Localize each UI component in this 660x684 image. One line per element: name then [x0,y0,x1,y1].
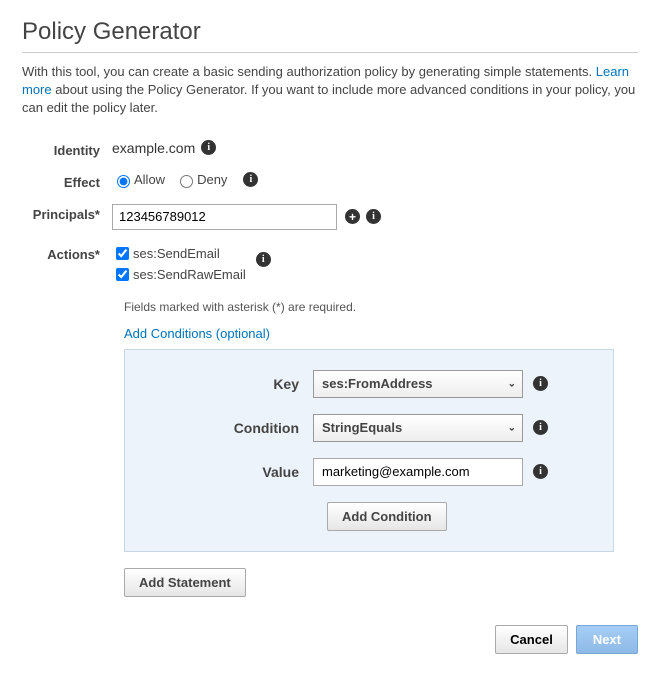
title-divider [22,52,638,53]
info-icon[interactable]: i [256,252,271,267]
condition-cond-value: StringEquals [322,420,402,435]
identity-label: Identity [22,140,112,158]
chevron-down-icon: ⌄ [508,422,516,433]
action-sendemail-text: ses:SendEmail [133,246,220,261]
condition-key-select[interactable]: ses:FromAddress ⌄ [313,370,523,398]
principals-input[interactable] [112,204,337,230]
info-icon[interactable]: i [533,464,548,479]
add-condition-button[interactable]: Add Condition [327,502,447,531]
effect-deny-input[interactable] [180,175,193,188]
info-icon[interactable]: i [533,376,548,391]
condition-cond-label: Condition [143,420,313,436]
intro-text: With this tool, you can create a basic s… [22,63,638,118]
cancel-button[interactable]: Cancel [495,625,568,654]
intro-part2: about using the Policy Generator. If you… [22,82,635,115]
chevron-down-icon: ⌄ [508,378,516,389]
principals-label: Principals* [22,204,112,222]
action-sendemail-input[interactable] [116,247,129,260]
action-sendrawemail-text: ses:SendRawEmail [133,267,246,282]
effect-deny-text: Deny [197,172,227,187]
effect-label: Effect [22,172,112,190]
actions-label: Actions* [22,244,112,262]
required-note: Fields marked with asterisk (*) are requ… [124,300,638,314]
add-conditions-link[interactable]: Add Conditions (optional) [124,326,270,341]
identity-value: example.com [112,140,195,156]
effect-allow-text: Allow [134,172,165,187]
action-sendrawemail-input[interactable] [116,268,129,281]
info-icon[interactable]: i [366,209,381,224]
action-sendrawemail-check[interactable]: ses:SendRawEmail [112,265,246,284]
condition-key-label: Key [143,376,313,392]
add-statement-button[interactable]: Add Statement [124,568,246,597]
condition-key-value: ses:FromAddress [322,376,433,391]
next-button[interactable]: Next [576,625,638,654]
page-title: Policy Generator [22,18,638,46]
effect-allow-input[interactable] [117,175,130,188]
conditions-panel: Key ses:FromAddress ⌄ i Condition String… [124,349,614,552]
condition-value-label: Value [143,464,313,480]
effect-allow-radio[interactable]: Allow [112,172,165,188]
info-icon[interactable]: i [201,140,216,155]
plus-icon[interactable]: + [345,209,360,224]
info-icon[interactable]: i [533,420,548,435]
action-sendemail-check[interactable]: ses:SendEmail [112,244,246,263]
info-icon[interactable]: i [243,172,258,187]
intro-part1: With this tool, you can create a basic s… [22,64,592,79]
condition-value-input[interactable] [313,458,523,486]
effect-deny-radio[interactable]: Deny [175,172,227,188]
condition-cond-select[interactable]: StringEquals ⌄ [313,414,523,442]
